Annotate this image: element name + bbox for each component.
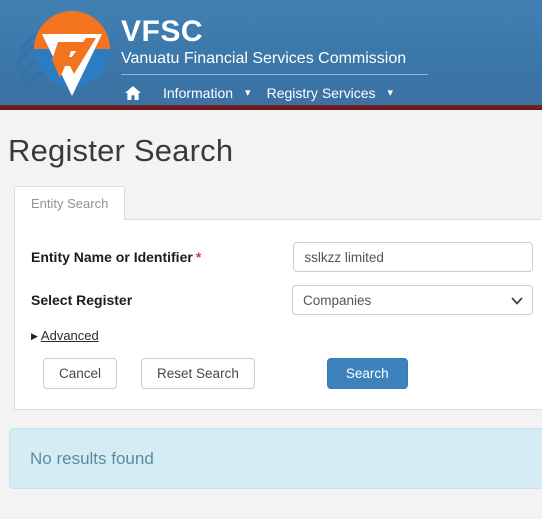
select-register-label: Select Register — [31, 292, 133, 308]
no-results-message: No results found — [30, 448, 154, 468]
select-register-dropdown[interactable]: Companies — [292, 285, 533, 315]
brand-divider — [121, 74, 428, 75]
no-results-alert: No results found — [9, 428, 542, 489]
search-form-card: Entity Name or Identifier* Select Regist… — [14, 219, 542, 410]
tab-bar: Entity Search — [0, 186, 542, 220]
entity-name-input[interactable] — [293, 242, 533, 272]
advanced-toggle-label[interactable]: Advanced — [41, 328, 99, 344]
page-body: Register Search Entity Search Entity Nam… — [0, 110, 542, 519]
entity-name-label: Entity Name or Identifier * — [31, 248, 293, 266]
advanced-toggle[interactable]: ▶ Advanced — [31, 328, 533, 344]
form-actions: Cancel Reset Search Search — [31, 358, 533, 389]
main-nav: Information ▾ Registry Services ▾ — [121, 82, 399, 104]
select-register-value: Companies — [303, 292, 372, 308]
select-register-row: Select Register Companies — [31, 285, 533, 315]
nav-item-registry-services[interactable]: Registry Services — [257, 82, 386, 104]
entity-name-row: Entity Name or Identifier * — [31, 242, 533, 272]
brand-block: VFSC Vanuatu Financial Services Commissi… — [121, 16, 428, 75]
required-indicator: * — [195, 249, 202, 265]
select-register-wrapper[interactable]: Companies — [292, 285, 533, 315]
triangle-right-icon: ▶ — [31, 331, 38, 341]
page-title: Register Search — [8, 133, 234, 168]
search-button[interactable]: Search — [326, 358, 408, 389]
entity-name-label-text: Entity Name or Identifier — [31, 249, 193, 265]
vfsc-shield-logo[interactable] — [14, 4, 118, 100]
brand-title: VFSC — [121, 15, 204, 48]
home-icon — [125, 86, 141, 100]
chevron-down-icon[interactable]: ▾ — [243, 82, 257, 104]
site-header: VFSC Vanuatu Financial Services Commissi… — [0, 0, 542, 105]
nav-item-home[interactable] — [121, 84, 153, 102]
brand-subtitle: Vanuatu Financial Services Commission — [121, 50, 407, 67]
tab-entity-search[interactable]: Entity Search — [14, 186, 126, 220]
reset-search-button[interactable]: Reset Search — [141, 358, 255, 389]
cancel-button[interactable]: Cancel — [43, 358, 118, 389]
chevron-down-icon[interactable]: ▾ — [386, 82, 400, 104]
nav-item-information[interactable]: Information — [153, 82, 243, 104]
